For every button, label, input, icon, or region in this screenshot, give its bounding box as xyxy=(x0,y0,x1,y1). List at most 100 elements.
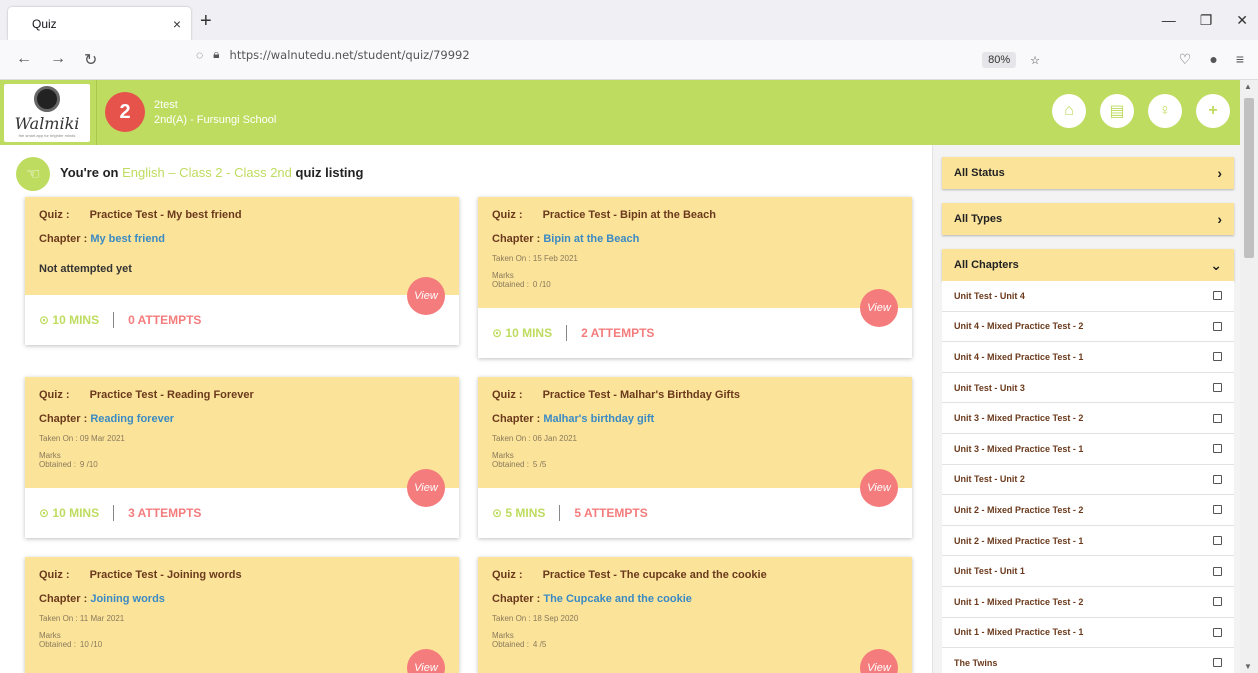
scroll-down-icon[interactable]: ▼ xyxy=(1244,662,1252,671)
checkbox[interactable] xyxy=(1213,321,1222,331)
checkbox[interactable] xyxy=(1213,291,1222,301)
checkbox[interactable] xyxy=(1213,383,1222,393)
marks-row: Marks Obtained :5 /5 xyxy=(492,451,898,469)
chapter-list-item[interactable]: The Twins xyxy=(942,648,1234,673)
checkbox[interactable] xyxy=(1213,566,1222,576)
scroll-up-icon[interactable]: ▲ xyxy=(1244,82,1252,91)
id-card-icon[interactable]: ▤ xyxy=(1100,94,1134,128)
chapter-item-label: Unit 4 - Mixed Practice Test - 1 xyxy=(954,351,1084,362)
chapter-list-item[interactable]: Unit Test - Unit 4 xyxy=(942,281,1234,312)
quiz-title: Practice Test - Bipin at the Beach xyxy=(542,209,716,221)
marks-label-line1: Marks xyxy=(39,451,61,460)
student-name: 2test xyxy=(154,99,178,111)
filter-sidebar: All Status › All Types › All Chapters ⌄ … xyxy=(932,145,1240,673)
chapter-name[interactable]: The Cupcake and the cookie xyxy=(543,593,692,605)
quiz-card: Quiz : Practice Test - My best friend Cha… xyxy=(25,197,459,345)
view-button[interactable]: View xyxy=(860,649,898,673)
page-scrollbar[interactable]: ▲ ▼ xyxy=(1240,80,1258,673)
taken-on-row: Taken On : 09 Mar 2021 xyxy=(39,434,445,443)
address-bar[interactable]: ◌ 🔒︎ https://walnutedu.net/student/quiz/… xyxy=(196,47,470,62)
marks-label: Marks Obtained : xyxy=(39,631,76,649)
types-filter[interactable]: All Types › xyxy=(942,203,1234,235)
account-icon[interactable]: ● xyxy=(1209,51,1217,68)
chapter-list-item[interactable]: Unit 4 - Mixed Practice Test - 2 xyxy=(942,312,1234,343)
chapter-name[interactable]: Joining words xyxy=(90,593,165,605)
checkbox[interactable] xyxy=(1213,352,1222,362)
chapter-list-item[interactable]: Unit 3 - Mixed Practice Test - 1 xyxy=(942,434,1234,465)
checkbox[interactable] xyxy=(1213,413,1222,423)
view-button[interactable]: View xyxy=(407,469,445,507)
chapter-list-item[interactable]: Unit Test - Unit 1 xyxy=(942,556,1234,587)
view-button[interactable]: View xyxy=(860,289,898,327)
quiz-title: Practice Test - Reading Forever xyxy=(89,389,254,401)
plus-icon[interactable]: + xyxy=(200,10,212,33)
checkbox[interactable] xyxy=(1213,474,1222,484)
student-class: 2nd(A) - Fursungi School xyxy=(154,114,277,126)
bookmark-star-icon[interactable]: ☆ xyxy=(1030,54,1040,67)
chapter-item-label: Unit Test - Unit 4 xyxy=(954,290,1025,301)
chapter-list-item[interactable]: Unit 1 - Mixed Practice Test - 2 xyxy=(942,587,1234,618)
chapter-item-label: Unit 3 - Mixed Practice Test - 2 xyxy=(954,413,1084,424)
menu-icon[interactable]: ≡ xyxy=(1236,51,1244,68)
bulb-icon[interactable]: ♀ xyxy=(1148,94,1182,128)
pocket-icon[interactable]: ♡ xyxy=(1179,51,1192,68)
chapter-name[interactable]: Reading forever xyxy=(90,413,174,425)
restore-icon[interactable]: ❐ xyxy=(1200,12,1213,29)
checkbox[interactable] xyxy=(1213,505,1222,515)
chevron-right-icon: › xyxy=(1217,165,1222,181)
attempts-text: 5 ATTEMPTS xyxy=(574,506,648,520)
types-filter-label: All Types xyxy=(954,213,1003,225)
checkbox[interactable] xyxy=(1213,597,1222,607)
view-button[interactable]: View xyxy=(407,277,445,315)
nav-buttons: ← → ↻ xyxy=(16,50,97,70)
breadcrumb-highlight[interactable]: English – Class 2 - Class 2nd xyxy=(122,165,292,180)
logo-tagline: the smart app for brighter minds xyxy=(18,133,76,138)
browser-tab[interactable]: Quiz × xyxy=(8,7,191,40)
attempts-text: 3 ATTEMPTS xyxy=(128,506,202,520)
status-filter-label: All Status xyxy=(954,167,1005,179)
duration-text: ⊙ 5 MINS xyxy=(492,506,546,520)
minimize-icon[interactable]: — xyxy=(1162,12,1176,29)
quiz-title-row: Quiz : Practice Test - Malhar's Birthday … xyxy=(492,389,898,401)
quiz-card: Quiz : Practice Test - The cupcake and th… xyxy=(478,557,912,673)
chapter-name[interactable]: My best friend xyxy=(90,233,165,245)
zoom-level[interactable]: 80% xyxy=(982,52,1017,68)
chapter-name[interactable]: Bipin at the Beach xyxy=(543,233,639,245)
chapter-label: Chapter : xyxy=(39,413,88,425)
scroll-thumb[interactable] xyxy=(1244,98,1254,258)
checkbox[interactable] xyxy=(1213,536,1222,546)
close-icon[interactable]: × xyxy=(173,16,181,32)
chapter-list-item[interactable]: Unit 3 - Mixed Practice Test - 2 xyxy=(942,403,1234,434)
checkbox[interactable] xyxy=(1213,444,1222,454)
reload-icon[interactable]: ↻ xyxy=(84,50,97,70)
url-text[interactable]: https://walnutedu.net/student/quiz/79992 xyxy=(230,48,470,62)
chapter-name[interactable]: Malhar's birthday gift xyxy=(543,413,654,425)
status-filter[interactable]: All Status › xyxy=(942,157,1234,189)
taken-on-date: 15 Feb 2021 xyxy=(532,254,578,263)
window-close-icon[interactable]: ✕ xyxy=(1236,12,1248,29)
browser-navbar: ← → ↻ ◌ 🔒︎ https://walnutedu.net/student… xyxy=(0,40,1258,80)
back-hand-icon[interactable]: ☜ xyxy=(16,157,50,191)
app-logo[interactable]: Walmiki the smart app for brighter minds xyxy=(4,84,90,142)
home-icon[interactable]: ⌂ xyxy=(1052,94,1086,128)
header-divider xyxy=(96,80,97,145)
chapters-filter[interactable]: All Chapters ⌄ xyxy=(942,249,1234,281)
chapter-item-label: Unit 2 - Mixed Practice Test - 1 xyxy=(954,535,1084,546)
shield-icon: ◌ xyxy=(196,47,204,62)
chapter-list-item[interactable]: Unit Test - Unit 2 xyxy=(942,465,1234,496)
chapter-list-item[interactable]: Unit 1 - Mixed Practice Test - 1 xyxy=(942,618,1234,649)
chapter-list-item[interactable]: Unit Test - Unit 3 xyxy=(942,373,1234,404)
forward-icon[interactable]: → xyxy=(50,50,66,70)
chapter-list-item[interactable]: Unit 2 - Mixed Practice Test - 2 xyxy=(942,495,1234,526)
breadcrumb-prefix: You're on xyxy=(60,165,119,180)
chapter-list-item[interactable]: Unit 4 - Mixed Practice Test - 1 xyxy=(942,342,1234,373)
add-icon[interactable]: + xyxy=(1196,94,1230,128)
view-button[interactable]: View xyxy=(407,649,445,673)
checkbox[interactable] xyxy=(1213,658,1222,668)
checkbox[interactable] xyxy=(1213,627,1222,637)
quiz-label: Quiz : xyxy=(492,389,523,401)
view-button[interactable]: View xyxy=(860,469,898,507)
chapter-list-item[interactable]: Unit 2 - Mixed Practice Test - 1 xyxy=(942,526,1234,557)
back-icon[interactable]: ← xyxy=(16,50,32,70)
footer-separator xyxy=(113,312,115,328)
